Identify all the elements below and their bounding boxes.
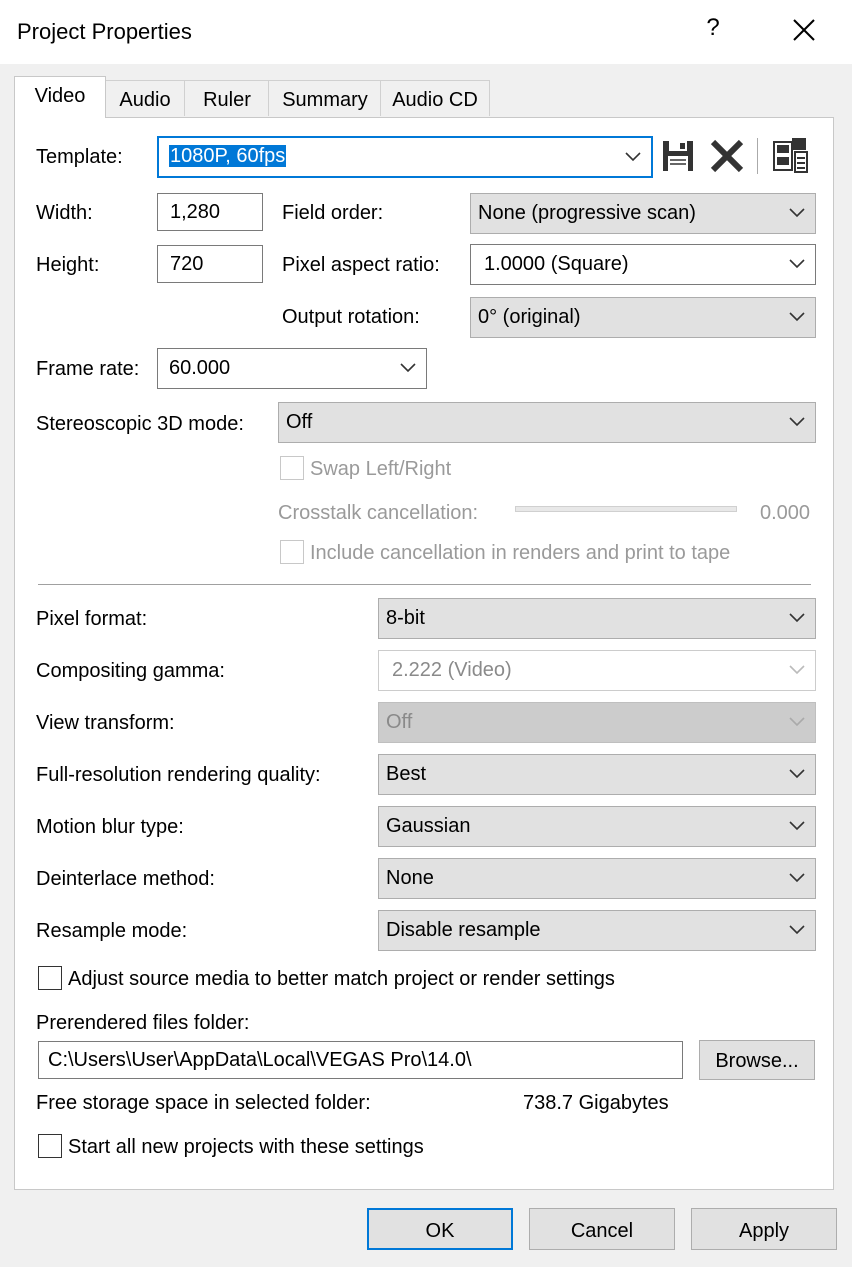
deinterlace-label: Deinterlace method: [36, 868, 215, 890]
chevron-down-icon [788, 818, 806, 832]
delete-icon [710, 139, 744, 173]
template-value: 1080P, 60fps [169, 145, 287, 167]
frame-rate-combo[interactable]: 60.000 [157, 348, 427, 389]
pixel-aspect-combo[interactable]: 1.0000 (Square) [470, 244, 816, 285]
motion-blur-value: Gaussian [386, 815, 471, 837]
chevron-down-icon [788, 309, 806, 323]
frame-rate-value: 60.000 [169, 357, 231, 379]
crosstalk-value: 0.000 [760, 502, 811, 524]
tab-ruler[interactable]: Ruler [184, 80, 270, 116]
save-template-button[interactable] [660, 138, 696, 174]
adjust-source-checkbox[interactable] [38, 966, 62, 990]
motion-blur-label: Motion blur type: [36, 816, 184, 838]
resample-value: Disable resample [386, 919, 541, 941]
crosstalk-label: Crosstalk cancellation: [278, 502, 479, 524]
gamma-label: Compositing gamma: [36, 660, 225, 682]
section-divider [38, 584, 811, 585]
view-transform-label: View transform: [36, 712, 175, 734]
motion-blur-select[interactable]: Gaussian [378, 806, 816, 847]
start-all-projects-checkbox[interactable] [38, 1134, 62, 1158]
output-rotation-value: 0° (original) [478, 306, 581, 328]
stereo-3d-value: Off [286, 411, 313, 433]
render-quality-value: Best [386, 763, 427, 785]
chevron-down-icon [788, 714, 806, 728]
chevron-down-icon [399, 360, 417, 374]
render-quality-label: Full-resolution rendering quality: [36, 764, 321, 786]
deinterlace-value: None [386, 867, 434, 889]
ok-button[interactable]: OK [367, 1208, 513, 1250]
width-label: Width: [36, 202, 93, 224]
template-combo[interactable]: 1080P, 60fps [157, 136, 653, 178]
help-button[interactable]: ? [703, 14, 723, 42]
include-cancellation-label: Include cancellation in renders and prin… [310, 542, 731, 564]
prerender-folder-input[interactable]: C:\Users\User\AppData\Local\VEGAS Pro\14… [38, 1041, 683, 1079]
pixel-format-value: 8-bit [386, 607, 425, 629]
match-media-icon [773, 138, 808, 173]
gamma-select[interactable]: 2.222 (Video) [378, 650, 816, 691]
chevron-down-icon [788, 870, 806, 884]
window-title: Project Properties [17, 19, 192, 44]
resample-select[interactable]: Disable resample [378, 910, 816, 951]
crosstalk-slider[interactable] [515, 506, 737, 512]
chevron-down-icon [788, 922, 806, 936]
chevron-down-icon [788, 662, 806, 676]
output-rotation-label: Output rotation: [282, 306, 420, 328]
free-storage-value: 738.7 Gigabytes [523, 1092, 669, 1114]
toolbar-divider [757, 138, 758, 174]
chevron-down-icon [788, 766, 806, 780]
prerender-folder-label: Prerendered files folder: [36, 1012, 250, 1034]
width-field[interactable]: 1,280 [157, 193, 263, 231]
delete-template-button[interactable] [708, 138, 746, 174]
view-transform-value: Off [386, 711, 413, 733]
gamma-value: 2.222 (Video) [392, 659, 512, 681]
deinterlace-select[interactable]: None [378, 858, 816, 899]
height-label: Height: [36, 254, 100, 276]
stereo-3d-select[interactable]: Off [278, 402, 816, 443]
adjust-source-label: Adjust source media to better match proj… [68, 968, 615, 990]
field-order-select[interactable]: None (progressive scan) [470, 193, 816, 234]
render-quality-select[interactable]: Best [378, 754, 816, 795]
resample-label: Resample mode: [36, 920, 188, 942]
tab-audio-cd[interactable]: Audio CD [380, 80, 490, 116]
chevron-down-icon [788, 205, 806, 219]
chevron-down-icon [624, 149, 642, 163]
tab-video[interactable]: Video [14, 76, 106, 118]
start-all-projects-label: Start all new projects with these settin… [68, 1136, 424, 1158]
frame-rate-label: Frame rate: [36, 358, 140, 380]
cancel-button[interactable]: Cancel [529, 1208, 675, 1250]
close-button[interactable] [780, 8, 826, 54]
free-storage-label: Free storage space in selected folder: [36, 1092, 371, 1114]
match-media-button[interactable] [770, 136, 810, 176]
view-transform-select[interactable]: Off [378, 702, 816, 743]
tab-strip: Video Audio Ruler Summary Audio CD [14, 76, 834, 118]
browse-button[interactable]: Browse... [699, 1040, 815, 1080]
pixel-aspect-value: 1.0000 (Square) [484, 253, 629, 275]
height-field[interactable]: 720 [157, 245, 263, 283]
close-icon [793, 19, 815, 41]
include-cancellation-checkbox[interactable] [280, 540, 304, 564]
stereo-3d-label: Stereoscopic 3D mode: [36, 413, 244, 435]
swap-left-right-label: Swap Left/Right [310, 458, 452, 480]
field-order-label: Field order: [282, 202, 384, 224]
swap-left-right-checkbox[interactable] [280, 456, 304, 480]
tab-summary[interactable]: Summary [268, 80, 382, 116]
tab-audio[interactable]: Audio [104, 80, 186, 116]
pixel-aspect-label: Pixel aspect ratio: [282, 254, 440, 276]
chevron-down-icon [788, 414, 806, 428]
pixel-format-label: Pixel format: [36, 608, 148, 630]
template-label: Template: [36, 146, 123, 168]
save-icon [663, 141, 693, 171]
chevron-down-icon [788, 610, 806, 624]
chevron-down-icon [788, 256, 806, 270]
pixel-format-select[interactable]: 8-bit [378, 598, 816, 639]
output-rotation-select[interactable]: 0° (original) [470, 297, 816, 338]
field-order-value: None (progressive scan) [478, 202, 696, 224]
apply-button[interactable]: Apply [691, 1208, 837, 1250]
